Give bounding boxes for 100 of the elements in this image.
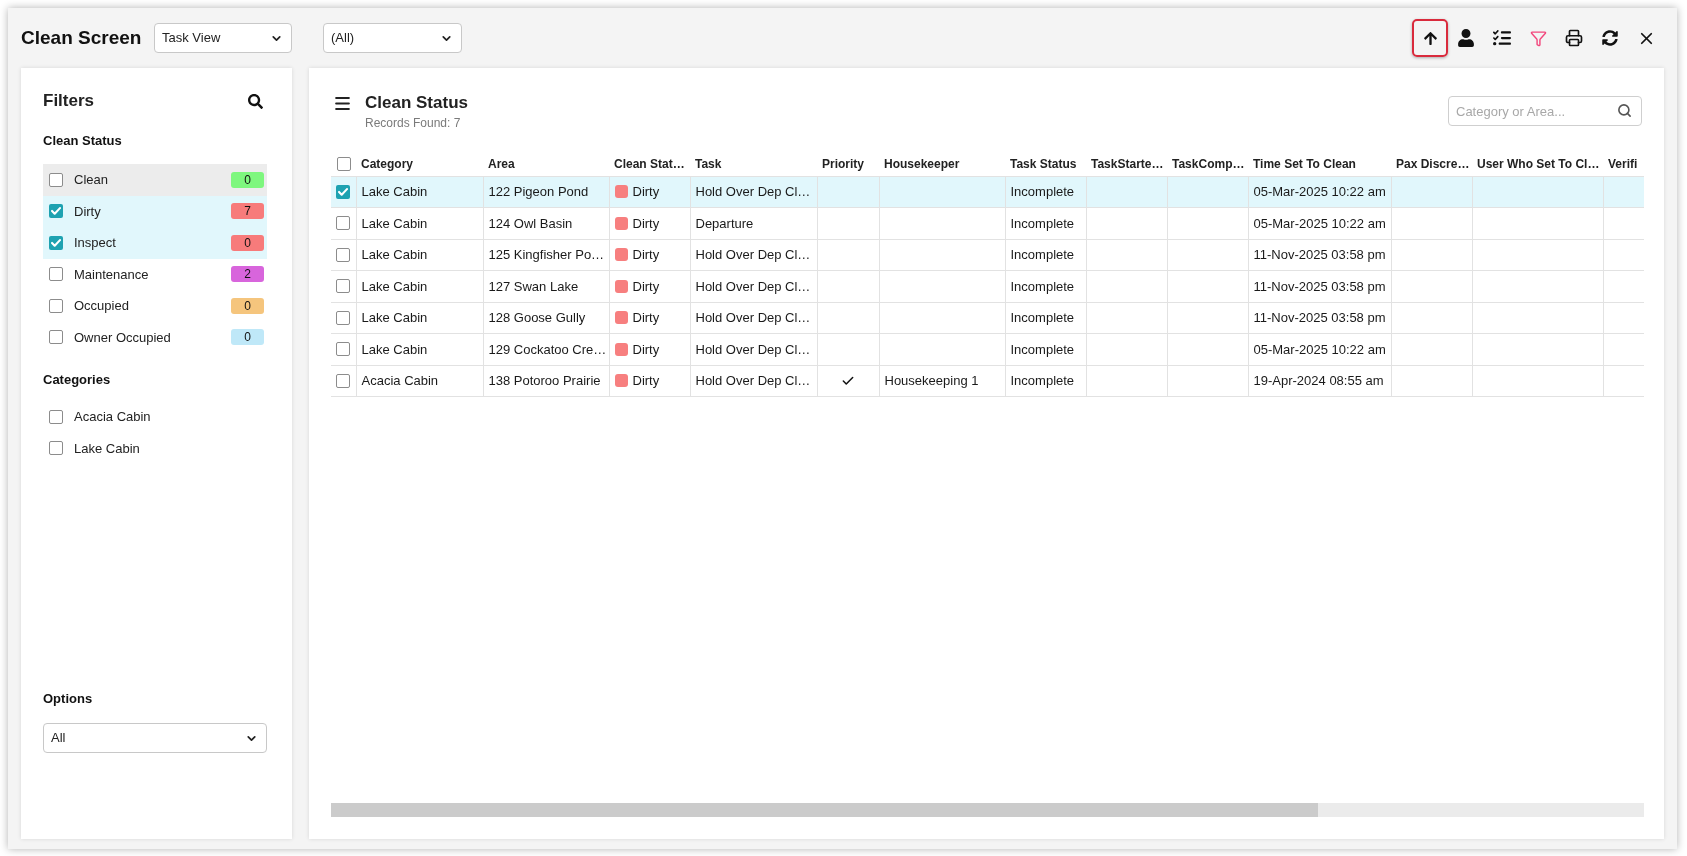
filter-label: Maintenance <box>74 265 149 284</box>
table-cell: Incomplete <box>1005 270 1086 302</box>
table-cell: 138 Potoroo Prairie <box>483 365 609 397</box>
filter-label: Owner Occupied <box>74 328 171 347</box>
table-cell: 05-Mar-2025 10:22 am <box>1248 333 1391 365</box>
table-cell: 122 Pigeon Pond <box>483 176 609 208</box>
checkbox[interactable] <box>336 279 351 294</box>
table-cell: 128 Goose Gully <box>483 302 609 334</box>
column-header[interactable]: TaskStarte… <box>1086 152 1167 176</box>
table-cell: 11-Nov-2025 03:58 pm <box>1248 270 1391 302</box>
checkbox[interactable] <box>336 184 351 199</box>
checkbox[interactable] <box>49 172 63 187</box>
user-icon <box>1457 29 1475 47</box>
table-cell: 125 Kingfisher Po… <box>483 239 609 271</box>
table-row[interactable]: Lake Cabin 129 Cockatoo Cre… Dirty Hold Over Dep Cl… Incomplete 05-Mar-2025 10:22 am <box>331 333 1644 365</box>
checkbox[interactable] <box>336 342 351 357</box>
search-icon[interactable] <box>1617 103 1632 118</box>
view-select[interactable]: Task View <box>154 23 292 53</box>
table-cell: Acacia Cabin <box>356 365 483 397</box>
column-header[interactable]: Task <box>690 152 817 176</box>
table-cell: Lake Cabin <box>356 176 483 208</box>
window-title: Clean Screen <box>21 25 143 50</box>
filter-row[interactable]: Inspect 0 <box>43 227 267 259</box>
table-cell: Incomplete <box>1005 239 1086 271</box>
column-header[interactable]: Verifi <box>1603 152 1644 176</box>
table-row[interactable]: Lake Cabin 125 Kingfisher Po… Dirty Hold Over Dep Cl… Incomplete 11-Nov-2025 03:58 pm <box>331 239 1644 271</box>
table-cell: 05-Mar-2025 10:22 am <box>1248 207 1391 239</box>
records-count: Records Found: 7 <box>365 115 462 131</box>
table-cell: 11-Nov-2025 03:58 pm <box>1248 302 1391 334</box>
section-heading: Options <box>43 690 94 708</box>
checkmark-icon <box>51 238 61 247</box>
column-header[interactable]: Housekeeper <box>879 152 1005 176</box>
refresh-icon <box>1602 30 1618 46</box>
table-row[interactable]: Lake Cabin 124 Owl Basin Dirty Departure Incomplete 05-Mar-2025 10:22 am <box>331 207 1644 239</box>
checkbox[interactable] <box>336 373 351 388</box>
table-cell: Hold Over Dep Cl… <box>690 333 817 365</box>
checkbox[interactable] <box>49 409 63 424</box>
table-cell: Incomplete <box>1005 207 1086 239</box>
filter-row[interactable]: Clean 0 <box>43 164 267 196</box>
arrow-up-icon <box>1422 30 1438 46</box>
filter-label: Inspect <box>74 234 116 252</box>
toolbar-button[interactable] <box>1412 19 1448 57</box>
table-cell: Hold Over Dep Cl… <box>690 270 817 302</box>
filter-row[interactable]: Dirty 7 <box>43 195 267 227</box>
table-cell: 127 Swan Lake <box>483 270 609 302</box>
column-header[interactable]: User Who Set To Cl… <box>1472 152 1603 176</box>
filter-label: Lake Cabin <box>74 439 140 458</box>
checkbox[interactable] <box>49 235 63 250</box>
table-cell: Hold Over Dep Cl… <box>690 302 817 334</box>
status-label: Dirty <box>632 183 660 201</box>
filter-label: Clean <box>74 171 108 189</box>
panel-title: Clean Status <box>365 92 468 114</box>
filter-label: Dirty <box>74 202 101 221</box>
table-cell: Incomplete <box>1005 365 1086 397</box>
column-header[interactable]: Time Set To Clean <box>1248 152 1391 176</box>
column-header[interactable]: Category <box>356 152 483 176</box>
panel-title: Filters <box>43 90 95 113</box>
checkbox[interactable] <box>49 441 63 456</box>
checkbox[interactable] <box>49 204 63 219</box>
table-cell: 11-Nov-2025 03:58 pm <box>1248 239 1391 271</box>
menu-icon[interactable] <box>333 94 352 113</box>
checkbox[interactable] <box>336 216 351 231</box>
checkbox[interactable] <box>49 330 63 345</box>
count-badge: 0 <box>231 297 264 314</box>
table-cell: Hold Over Dep Cl… <box>690 365 817 397</box>
column-header[interactable]: Task Status <box>1005 152 1086 176</box>
table-cell: Incomplete <box>1005 176 1086 208</box>
search-field[interactable]: Category or Area... <box>1448 96 1642 126</box>
column-header[interactable]: Pax Discre… <box>1391 152 1472 176</box>
checkbox[interactable] <box>49 267 63 282</box>
table-row[interactable]: Lake Cabin 128 Goose Gully Dirty Hold Over Dep Cl… Incomplete 11-Nov-2025 03:58 pm <box>331 302 1644 334</box>
table-row[interactable]: Acacia Cabin 138 Potoroo Prairie Dirty Hold Over Dep Cl… Housekeeping 1 Incomplete 19-Apr-2024 08:55 am <box>331 365 1644 397</box>
checkmark-icon <box>51 207 61 216</box>
checkbox[interactable] <box>336 247 351 262</box>
column-header[interactable]: Clean Stat… <box>609 152 690 176</box>
count-badge: 2 <box>231 266 264 283</box>
count-badge: 0 <box>231 329 264 346</box>
table-cell: 124 Owl Basin <box>483 207 609 239</box>
checkbox[interactable] <box>336 310 351 325</box>
column-header[interactable]: Priority <box>817 152 879 176</box>
filter-label: Occupied <box>74 297 129 315</box>
table-row[interactable]: Lake Cabin 127 Swan Lake Dirty Hold Over Dep Cl… Incomplete 11-Nov-2025 03:58 pm <box>331 270 1644 302</box>
section-heading: Clean Status <box>43 132 123 150</box>
column-header[interactable]: Area <box>483 152 609 176</box>
filter-label: Acacia Cabin <box>74 408 151 426</box>
scope-select[interactable]: (All) <box>323 23 462 53</box>
scrollbar-thumb[interactable] <box>331 803 1318 817</box>
table-row[interactable]: Lake Cabin 122 Pigeon Pond Dirty Hold Over Dep Cl… Incomplete 05-Mar-2025 10:22 am <box>331 176 1644 208</box>
column-header[interactable]: TaskComp… <box>1167 152 1248 176</box>
table-cell: 05-Mar-2025 10:22 am <box>1248 176 1391 208</box>
checkmark-icon <box>338 187 349 196</box>
status-label: Dirty <box>632 214 660 233</box>
search-icon[interactable] <box>248 93 263 109</box>
table-cell: Lake Cabin <box>356 302 483 334</box>
checkbox[interactable] <box>49 298 63 313</box>
checkbox[interactable] <box>336 156 351 171</box>
table-cell: Lake Cabin <box>356 270 483 302</box>
options-select[interactable]: All <box>43 723 267 753</box>
table-cell: Incomplete <box>1005 302 1086 334</box>
count-badge: 0 <box>231 234 264 251</box>
